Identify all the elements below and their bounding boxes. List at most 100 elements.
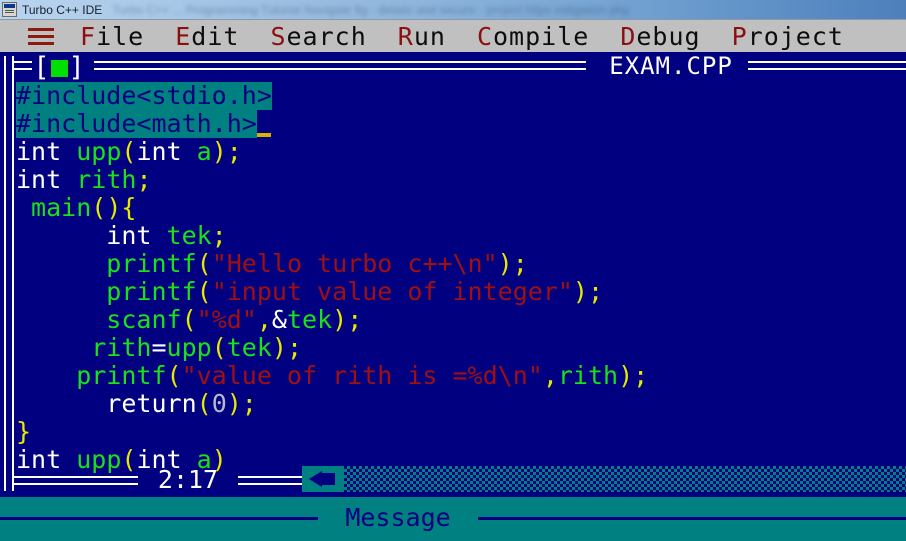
menu-item-search[interactable]: Search: [270, 22, 366, 51]
code-token: int: [16, 221, 167, 250]
code-line[interactable]: rith=upp(tek);: [16, 334, 906, 362]
menu-hotkey: C: [476, 21, 493, 51]
horizontal-scrollbar[interactable]: [302, 466, 906, 492]
menu-label: earch: [286, 21, 367, 51]
code-line[interactable]: #include<stdio.h>: [16, 82, 906, 110]
code-token: );: [226, 389, 257, 418]
code-text: printf("value of rith is =%d\n",rith);: [16, 361, 648, 390]
menu-label: ile: [96, 21, 145, 51]
code-token: tek: [166, 221, 212, 250]
close-square-icon: [50, 59, 68, 77]
code-text: printf("Hello turbo c++\n");: [16, 249, 528, 278]
code-token: rith: [557, 361, 619, 390]
editor-window: [ ] EXAM.CPP #include<stdio.h> #include<m…: [0, 52, 906, 497]
text-cursor: [256, 111, 271, 137]
menu-label: ompile: [493, 21, 590, 51]
code-token: &: [271, 305, 287, 334]
menu-item-project[interactable]: Project: [732, 22, 844, 51]
code-token: (: [196, 389, 212, 418]
code-token: );: [572, 277, 604, 306]
code-line[interactable]: printf("value of rith is =%d\n",rith);: [16, 362, 906, 390]
hamburger-line: [28, 41, 54, 45]
code-text: main(){: [16, 193, 136, 222]
message-window-title: Message: [345, 503, 451, 532]
close-bracket-right: ]: [68, 52, 85, 83]
hamburger-line: [28, 34, 54, 38]
close-window-button[interactable]: [ ]: [30, 52, 88, 83]
code-token: );: [271, 333, 303, 362]
code-token: tek: [286, 305, 333, 334]
menu-item-edit[interactable]: Edit: [175, 22, 239, 51]
code-token: int: [16, 445, 77, 474]
editor-statusbar-rule-left: [14, 476, 138, 485]
editor-titlebar-rule-middle: [94, 61, 586, 70]
code-token: int: [16, 137, 77, 166]
code-text: return(0);: [16, 389, 257, 418]
code-token: );: [497, 249, 528, 278]
menu-item-file[interactable]: File: [80, 22, 144, 51]
code-token: );: [332, 305, 363, 334]
code-line[interactable]: #include<math.h>: [16, 109, 906, 138]
editor-window-title: EXAM.CPP: [609, 52, 733, 80]
code-line[interactable]: main(){: [16, 194, 906, 222]
menu-hotkey: D: [620, 21, 637, 51]
os-window-titlebar: Turbo C++ IDE Turbo C++ ... Programming …: [0, 0, 906, 19]
menu-label: dit: [191, 21, 240, 51]
menu-hotkey: P: [731, 21, 748, 51]
window-app-icon: [2, 2, 17, 17]
editor-titlebar-rule-right: [748, 61, 906, 70]
close-bracket-left: [: [33, 52, 50, 83]
turbo-cpp-ide-screen: Turbo C++ IDE Turbo C++ ... Programming …: [0, 0, 906, 541]
code-text: rith=upp(tek);: [16, 333, 302, 362]
code-line[interactable]: scanf("%d",&tek);: [16, 306, 906, 334]
code-line[interactable]: int upp(int a);: [16, 138, 906, 166]
code-token: int: [16, 165, 77, 194]
code-token: );: [618, 361, 649, 390]
code-token: #include<stdio.h>: [16, 82, 272, 110]
code-token: (: [121, 445, 137, 474]
code-token: tek: [226, 333, 272, 362]
menu-label: ebug: [636, 21, 701, 51]
code-token: ,: [256, 305, 272, 334]
code-token: "value of rith is =%d\n": [181, 361, 543, 390]
code-token: a: [196, 137, 212, 166]
menu-item-run[interactable]: Run: [398, 22, 446, 51]
code-line[interactable]: }: [16, 418, 906, 446]
code-token: main: [16, 193, 92, 222]
code-editor-text-area[interactable]: #include<stdio.h> #include<math.h> int upp…: [16, 82, 906, 522]
os-window-title: Turbo C++ IDE: [22, 2, 103, 17]
code-line[interactable]: int tek;: [16, 222, 906, 250]
code-line[interactable]: printf("input value of integer");: [16, 278, 906, 306]
os-window-title-blurred-tail: Turbo C++ ... Programming Tutorial Navig…: [112, 2, 630, 17]
menu-item-compile[interactable]: Compile: [477, 22, 589, 51]
hamburger-menu-icon[interactable]: [28, 27, 54, 45]
editor-statusbar-rule-right: [238, 476, 302, 485]
code-token: printf: [16, 277, 197, 306]
code-token: printf: [16, 249, 197, 278]
hamburger-line: [28, 27, 54, 31]
code-line[interactable]: int rith;: [16, 166, 906, 194]
code-token: scanf: [16, 305, 182, 334]
code-token: (: [181, 305, 197, 334]
menu-hotkey: F: [80, 21, 97, 51]
menu-label: roject: [747, 21, 844, 51]
code-token: upp: [76, 137, 122, 166]
code-token: ;: [211, 221, 227, 250]
code-token: (){: [91, 193, 137, 222]
code-text: int tek;: [16, 221, 227, 250]
menu-hotkey: S: [270, 21, 287, 51]
selected-code-text: #include<stdio.h>: [16, 82, 272, 110]
scroll-left-arrow-icon[interactable]: [302, 466, 344, 492]
message-titlebar-rule-right: [478, 517, 906, 520]
code-token: );: [211, 137, 242, 166]
code-line[interactable]: printf("Hello turbo c++\n");: [16, 250, 906, 278]
code-token: 0: [211, 389, 227, 418]
code-line[interactable]: return(0);: [16, 390, 906, 418]
message-titlebar-rule-left: [0, 517, 318, 520]
code-text: }: [16, 417, 31, 446]
code-token: ,: [542, 361, 558, 390]
code-token: ;: [136, 165, 152, 194]
code-token: upp: [166, 333, 212, 362]
code-token: (: [211, 333, 227, 362]
menu-item-debug[interactable]: Debug: [620, 22, 700, 51]
